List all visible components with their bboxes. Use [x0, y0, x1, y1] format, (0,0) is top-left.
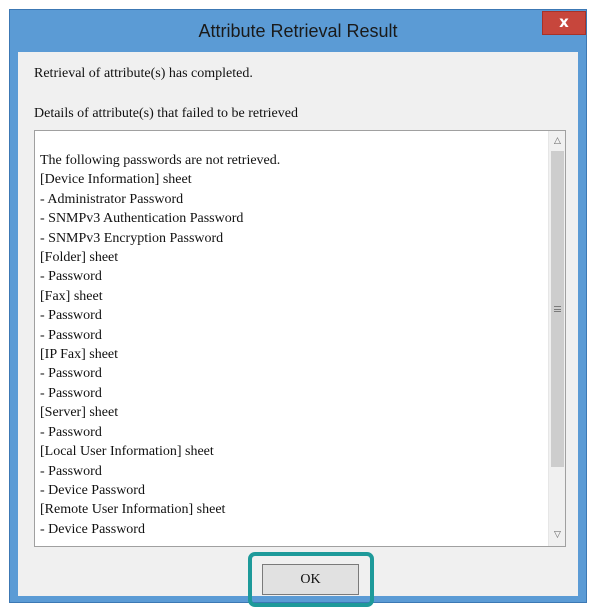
vertical-scrollbar[interactable]: △ ▽ [548, 131, 565, 546]
details-line: [Remote User Information] sheet [40, 502, 226, 518]
details-label: Details of attribute(s) that failed to b… [34, 106, 298, 121]
completion-message: Retrieval of attribute(s) has completed. [34, 66, 253, 81]
chevron-down-icon[interactable]: ▽ [549, 527, 566, 544]
details-line: - Password [40, 424, 102, 440]
chevron-up-icon[interactable]: △ [549, 133, 566, 150]
details-text: The following passwords are not retrieve… [35, 131, 549, 546]
details-line: - Password [40, 269, 102, 285]
details-line: - SNMPv3 Encryption Password [40, 230, 224, 246]
details-line: - Device Password [40, 521, 145, 537]
details-line: [Local User Information] sheet [40, 444, 214, 460]
grip-lines-icon [554, 306, 561, 312]
details-line: [Folder] sheet [40, 250, 119, 266]
close-button[interactable]: x [542, 11, 586, 35]
dialog-title: Attribute Retrieval Result [198, 21, 398, 41]
dialog-body: Retrieval of attribute(s) has completed.… [18, 52, 578, 607]
scrollbar-thumb[interactable] [551, 151, 564, 467]
details-line: - Password [40, 366, 102, 382]
details-textbox[interactable]: The following passwords are not retrieve… [34, 130, 566, 547]
title-bar[interactable]: Attribute Retrieval Result x [10, 10, 586, 52]
attribute-retrieval-dialog: Attribute Retrieval Result x Retrieval o… [9, 9, 587, 607]
details-line: The following passwords are not retrieve… [40, 153, 281, 168]
details-line: [IP Fax] sheet [40, 347, 119, 363]
details-line: - Password [40, 327, 102, 343]
details-line: [Server] sheet [40, 405, 119, 421]
details-line: [Fax] sheet [40, 288, 103, 304]
details-line: - Password [40, 308, 102, 324]
details-line: - Device Password [40, 482, 145, 498]
details-line: - Administrator Password [40, 191, 184, 207]
details-line: - SNMPv3 Authentication Password [40, 211, 244, 227]
details-line: - Password [40, 463, 102, 479]
details-line: - Password [40, 385, 102, 401]
details-line: [Device Information] sheet [40, 172, 192, 188]
ok-button[interactable]: OK [262, 564, 359, 595]
